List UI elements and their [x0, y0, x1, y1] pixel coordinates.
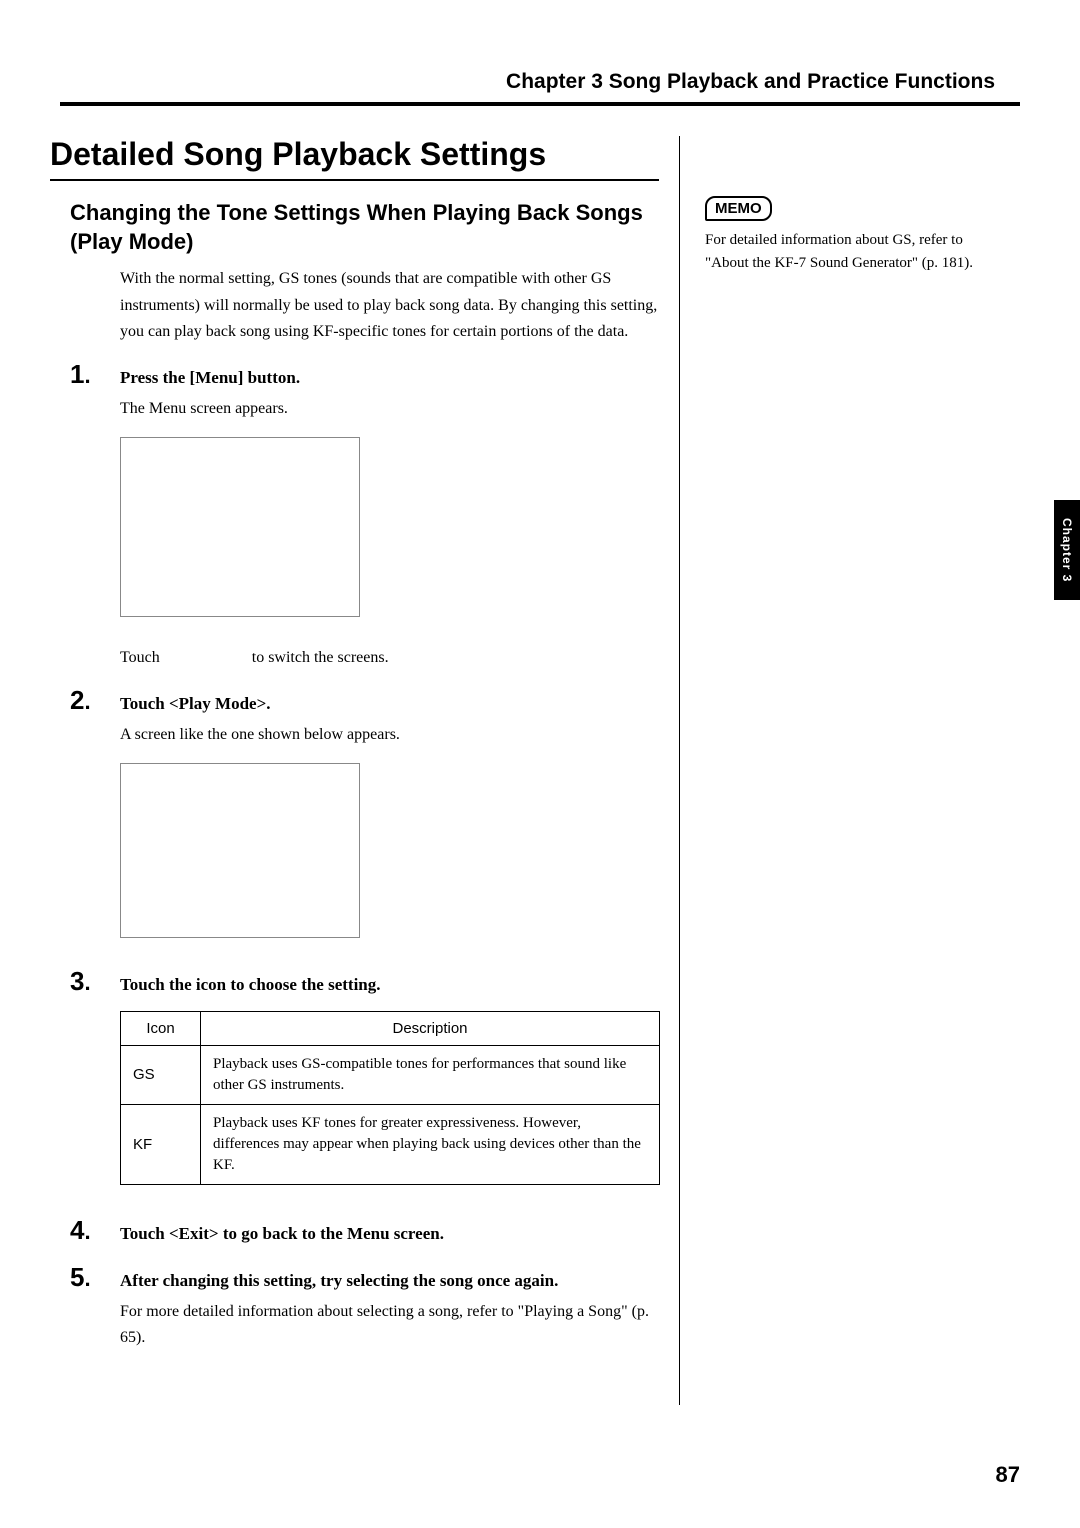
step-1-follow: The Menu screen appears.	[120, 396, 659, 422]
memo-text: For detailed information about GS, refer…	[705, 229, 1000, 276]
step-instruction: Press the [Menu] button.	[120, 366, 300, 390]
step-number: 2.	[60, 685, 120, 716]
step-5-follow: For more detailed information about sele…	[120, 1299, 659, 1352]
sidebar-column: MEMO For detailed information about GS, …	[680, 136, 1000, 1405]
table-header-desc: Description	[201, 1011, 660, 1045]
step-2-follow: A screen like the one shown below appear…	[120, 722, 659, 748]
intro-paragraph: With the normal setting, GS tones (sound…	[120, 266, 659, 345]
step-number: 4.	[60, 1215, 120, 1246]
table-row: GS Playback uses GS-compatible tones for…	[121, 1045, 660, 1104]
step-instruction: Touch <Exit> to go back to the Menu scre…	[120, 1222, 444, 1246]
step-3: 3. Touch the icon to choose the setting.	[60, 966, 659, 997]
page-number: 87	[996, 1462, 1020, 1488]
step-instruction: Touch the icon to choose the setting.	[120, 973, 381, 997]
table-cell-desc: Playback uses GS-compatible tones for pe…	[201, 1045, 660, 1104]
chapter-header: Chapter 3 Song Playback and Practice Fun…	[60, 70, 1020, 94]
memo-icon: MEMO	[705, 196, 772, 221]
step-1-extra: Touch to switch the screens.	[120, 645, 659, 671]
table-cell-icon: KF	[121, 1104, 201, 1184]
table-row: KF Playback uses KF tones for greater ex…	[121, 1104, 660, 1184]
main-column: Detailed Song Playback Settings Changing…	[60, 136, 680, 1405]
step-number: 1.	[60, 359, 120, 390]
menu-screenshot	[120, 437, 360, 617]
settings-table: Icon Description GS Playback uses GS-com…	[120, 1011, 660, 1185]
table-header-row: Icon Description	[121, 1011, 660, 1045]
table-header-icon: Icon	[121, 1011, 201, 1045]
playmode-screenshot	[120, 763, 360, 938]
table-cell-desc: Playback uses KF tones for greater expre…	[201, 1104, 660, 1184]
step-number: 5.	[60, 1262, 120, 1293]
step-number: 3.	[60, 966, 120, 997]
step-instruction: After changing this setting, try selecti…	[120, 1269, 558, 1293]
section-subtitle: Changing the Tone Settings When Playing …	[70, 199, 659, 256]
section-title: Detailed Song Playback Settings	[50, 136, 659, 181]
step-1: 1. Press the [Menu] button.	[60, 359, 659, 390]
step-5: 5. After changing this setting, try sele…	[60, 1262, 659, 1293]
step-2: 2. Touch <Play Mode>.	[60, 685, 659, 716]
table-cell-icon: GS	[121, 1045, 201, 1104]
step-instruction: Touch <Play Mode>.	[120, 692, 271, 716]
step-4: 4. Touch <Exit> to go back to the Menu s…	[60, 1215, 659, 1246]
thumb-tab: Chapter 3	[1054, 500, 1080, 600]
header-rule	[60, 102, 1020, 106]
